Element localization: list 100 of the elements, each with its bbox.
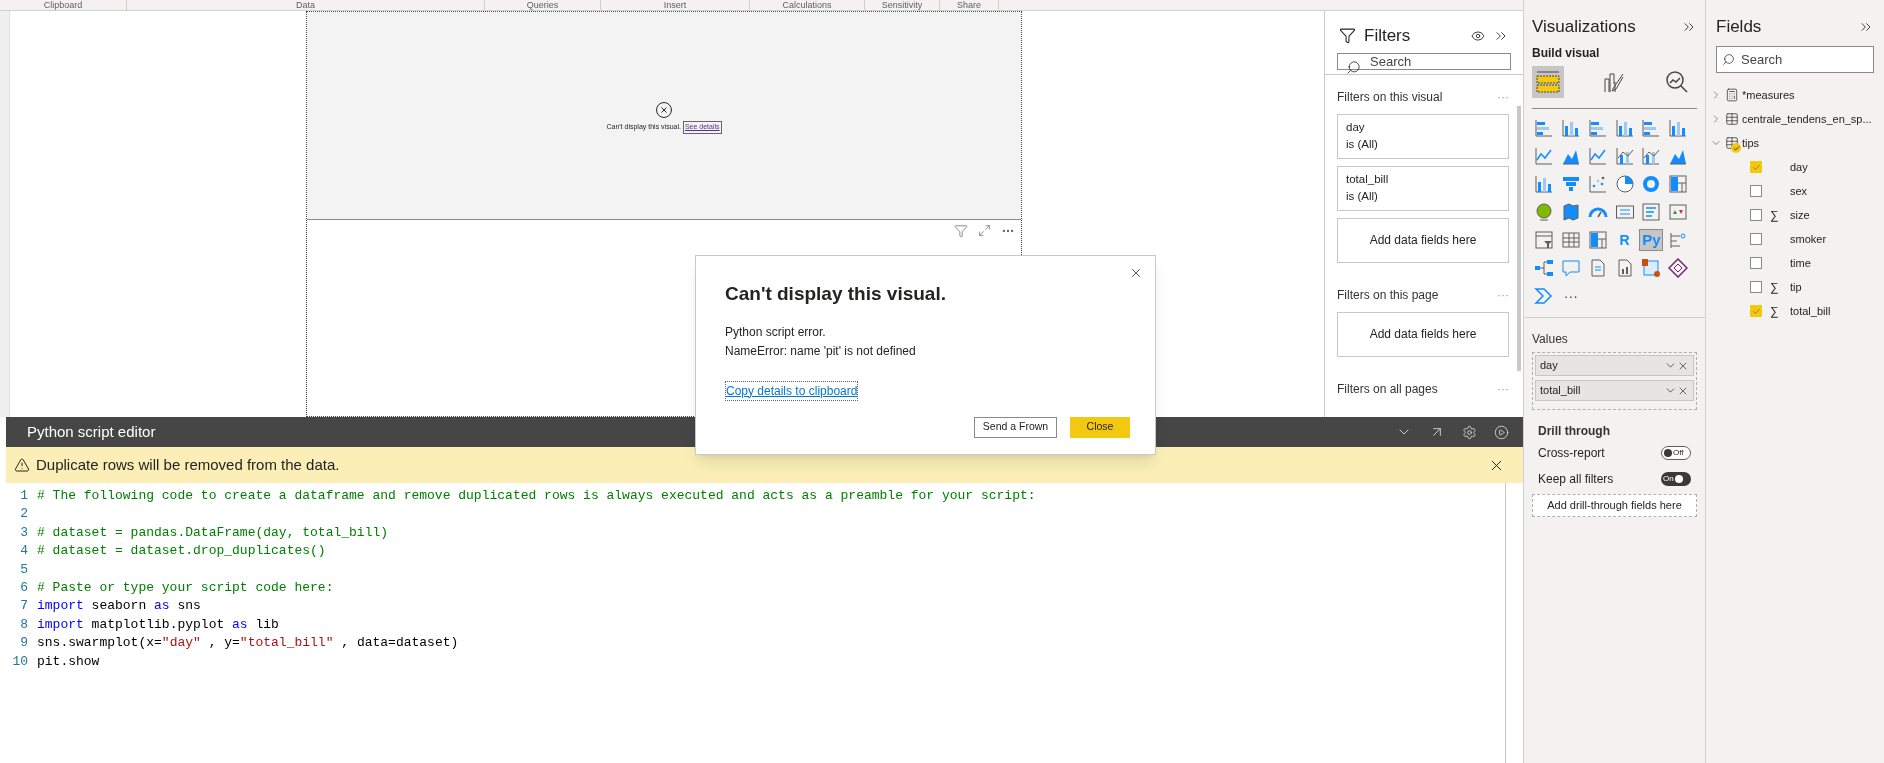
code-line: # dataset = pandas.DataFrame(day, total_bill) — [37, 523, 389, 542]
section-title: Values — [1532, 331, 1569, 348]
code-line: import seaborn as sns — [37, 597, 201, 616]
more-visuals-button[interactable]: ··· — [1558, 285, 1583, 307]
diamond-icon — [1668, 258, 1689, 278]
checkbox[interactable] — [1750, 161, 1762, 173]
warning-icon — [14, 457, 30, 473]
field-row[interactable]: sex — [1716, 179, 1874, 203]
drop-zone[interactable]: Add data fields here — [1337, 311, 1509, 357]
pane-title: Filters — [1364, 25, 1412, 47]
checkbox[interactable] — [1750, 281, 1762, 293]
field-name: smoker — [1790, 231, 1827, 247]
scatter-chart-icon — [1587, 174, 1608, 194]
waterfall-chart-icon — [1534, 174, 1554, 194]
section-title: Drill through — [1537, 423, 1611, 440]
error-message: NameError: name 'pit' is not defined — [725, 342, 917, 360]
line-number: 5 — [19, 560, 28, 579]
bar-chart-icon — [1534, 118, 1554, 138]
sum-symbol: ∑ — [1770, 280, 1779, 294]
ribbon-group-label: Clipboard — [43, 0, 83, 10]
settings-icon[interactable] — [1462, 424, 1477, 440]
field-table-row[interactable]: tips — [1710, 131, 1874, 155]
field-row[interactable]: ∑ tip — [1716, 275, 1874, 299]
line-chart-icon — [1534, 146, 1554, 166]
error-icon — [655, 101, 673, 120]
field-name: total_bill — [1790, 303, 1831, 319]
field-table-row[interactable]: *measures — [1710, 83, 1874, 107]
map-icon — [1560, 202, 1581, 222]
pie-chart-icon — [1614, 174, 1635, 194]
sum-symbol: ∑ — [1770, 304, 1779, 318]
search-icon — [1722, 53, 1735, 66]
treemap-icon — [1668, 174, 1689, 194]
code-line: sns.swarmplot(x="day" , y="total_bill" , data=dataset) — [37, 634, 459, 653]
filter-icon[interactable] — [954, 224, 968, 238]
dialog-button[interactable]: Close — [1070, 416, 1130, 438]
pane-title: Visualizations — [1532, 16, 1636, 39]
dialog-button[interactable]: Send a Frown — [974, 416, 1057, 438]
visibility-icon[interactable] — [1471, 28, 1485, 43]
code-line: # Paste or type your script code here: — [37, 579, 334, 598]
checkbox[interactable] — [1750, 209, 1762, 221]
field-table-row[interactable]: centrale_tendens_en_sp... — [1710, 107, 1874, 131]
flow-icon — [1641, 258, 1662, 278]
field-row[interactable]: ∑ total_bill — [1716, 299, 1874, 323]
table-name: *measures — [1742, 87, 1795, 103]
speech-bubble-icon — [1560, 258, 1581, 278]
editor-title: Python script editor — [27, 421, 156, 442]
field-row[interactable]: smoker — [1716, 227, 1874, 251]
visual-type-button[interactable] — [1666, 257, 1691, 279]
search-field[interactable]: Search — [1337, 52, 1511, 70]
ribbon-group-label: Share — [957, 0, 981, 10]
table-name: centrale_tendens_en_sp... — [1742, 111, 1872, 127]
toggle-switch[interactable]: Off — [1661, 446, 1691, 460]
line-number: 6 — [19, 579, 28, 598]
field-name: sex — [1790, 183, 1808, 199]
field-row[interactable]: day — [1716, 155, 1874, 179]
line-number: 9 — [19, 634, 28, 653]
card-icon — [1614, 202, 1635, 222]
line-chart-icon — [1587, 146, 1608, 166]
list-icon — [1641, 202, 1662, 222]
checkmark-icon — [1751, 162, 1761, 172]
filter-card[interactable]: total_bill is (All) — [1337, 165, 1509, 211]
scrollbar[interactable] — [1517, 106, 1521, 371]
field-name: day — [1790, 159, 1808, 175]
line-number: 4 — [19, 542, 28, 561]
filter-condition: is (All) — [1346, 136, 1379, 152]
drop-zone[interactable]: Add drill-through fields here — [1532, 494, 1697, 517]
checkbox[interactable] — [1750, 305, 1762, 317]
filter-card[interactable]: day is (All) — [1337, 113, 1509, 159]
value-field[interactable]: day — [1535, 355, 1694, 376]
table-name: tips — [1742, 135, 1760, 151]
funnel-icon — [1560, 174, 1581, 194]
checkbox[interactable] — [1750, 257, 1762, 269]
toggle-switch[interactable]: On — [1661, 472, 1691, 486]
field-name: total_bill — [1540, 383, 1582, 399]
combo-chart-icon — [1614, 146, 1635, 166]
sum-symbol: ∑ — [1770, 208, 1779, 222]
table-icon — [1560, 230, 1581, 250]
focus-mode-icon[interactable] — [978, 224, 991, 237]
visual-type-button[interactable] — [1532, 229, 1556, 251]
line-number: 1 — [19, 487, 28, 505]
close-icon[interactable] — [1129, 266, 1143, 280]
field-row[interactable]: ∑ size — [1716, 203, 1874, 227]
filter-field-name: total_bill — [1346, 171, 1390, 187]
filter-icon — [1339, 27, 1356, 45]
analytics-icon — [1665, 70, 1689, 94]
search-field[interactable]: Search — [1716, 46, 1874, 73]
checkbox[interactable] — [1750, 185, 1762, 197]
run-script-icon[interactable] — [1494, 424, 1509, 440]
filter-condition: is (All) — [1346, 188, 1379, 204]
field-name: size — [1790, 207, 1810, 223]
donut-chart-icon — [1641, 174, 1662, 194]
drop-zone[interactable]: Add data fields here — [1337, 217, 1509, 263]
field-row[interactable]: time — [1716, 251, 1874, 275]
checkbox[interactable] — [1750, 233, 1762, 245]
search-icon — [1346, 59, 1361, 75]
filter-field-name: day — [1346, 119, 1366, 135]
field-name: time — [1790, 255, 1811, 271]
copy-details-link[interactable]: Copy details to clipboard — [725, 380, 859, 401]
value-field[interactable]: total_bill — [1535, 380, 1694, 401]
ribbon-group-label: Data — [296, 0, 315, 10]
